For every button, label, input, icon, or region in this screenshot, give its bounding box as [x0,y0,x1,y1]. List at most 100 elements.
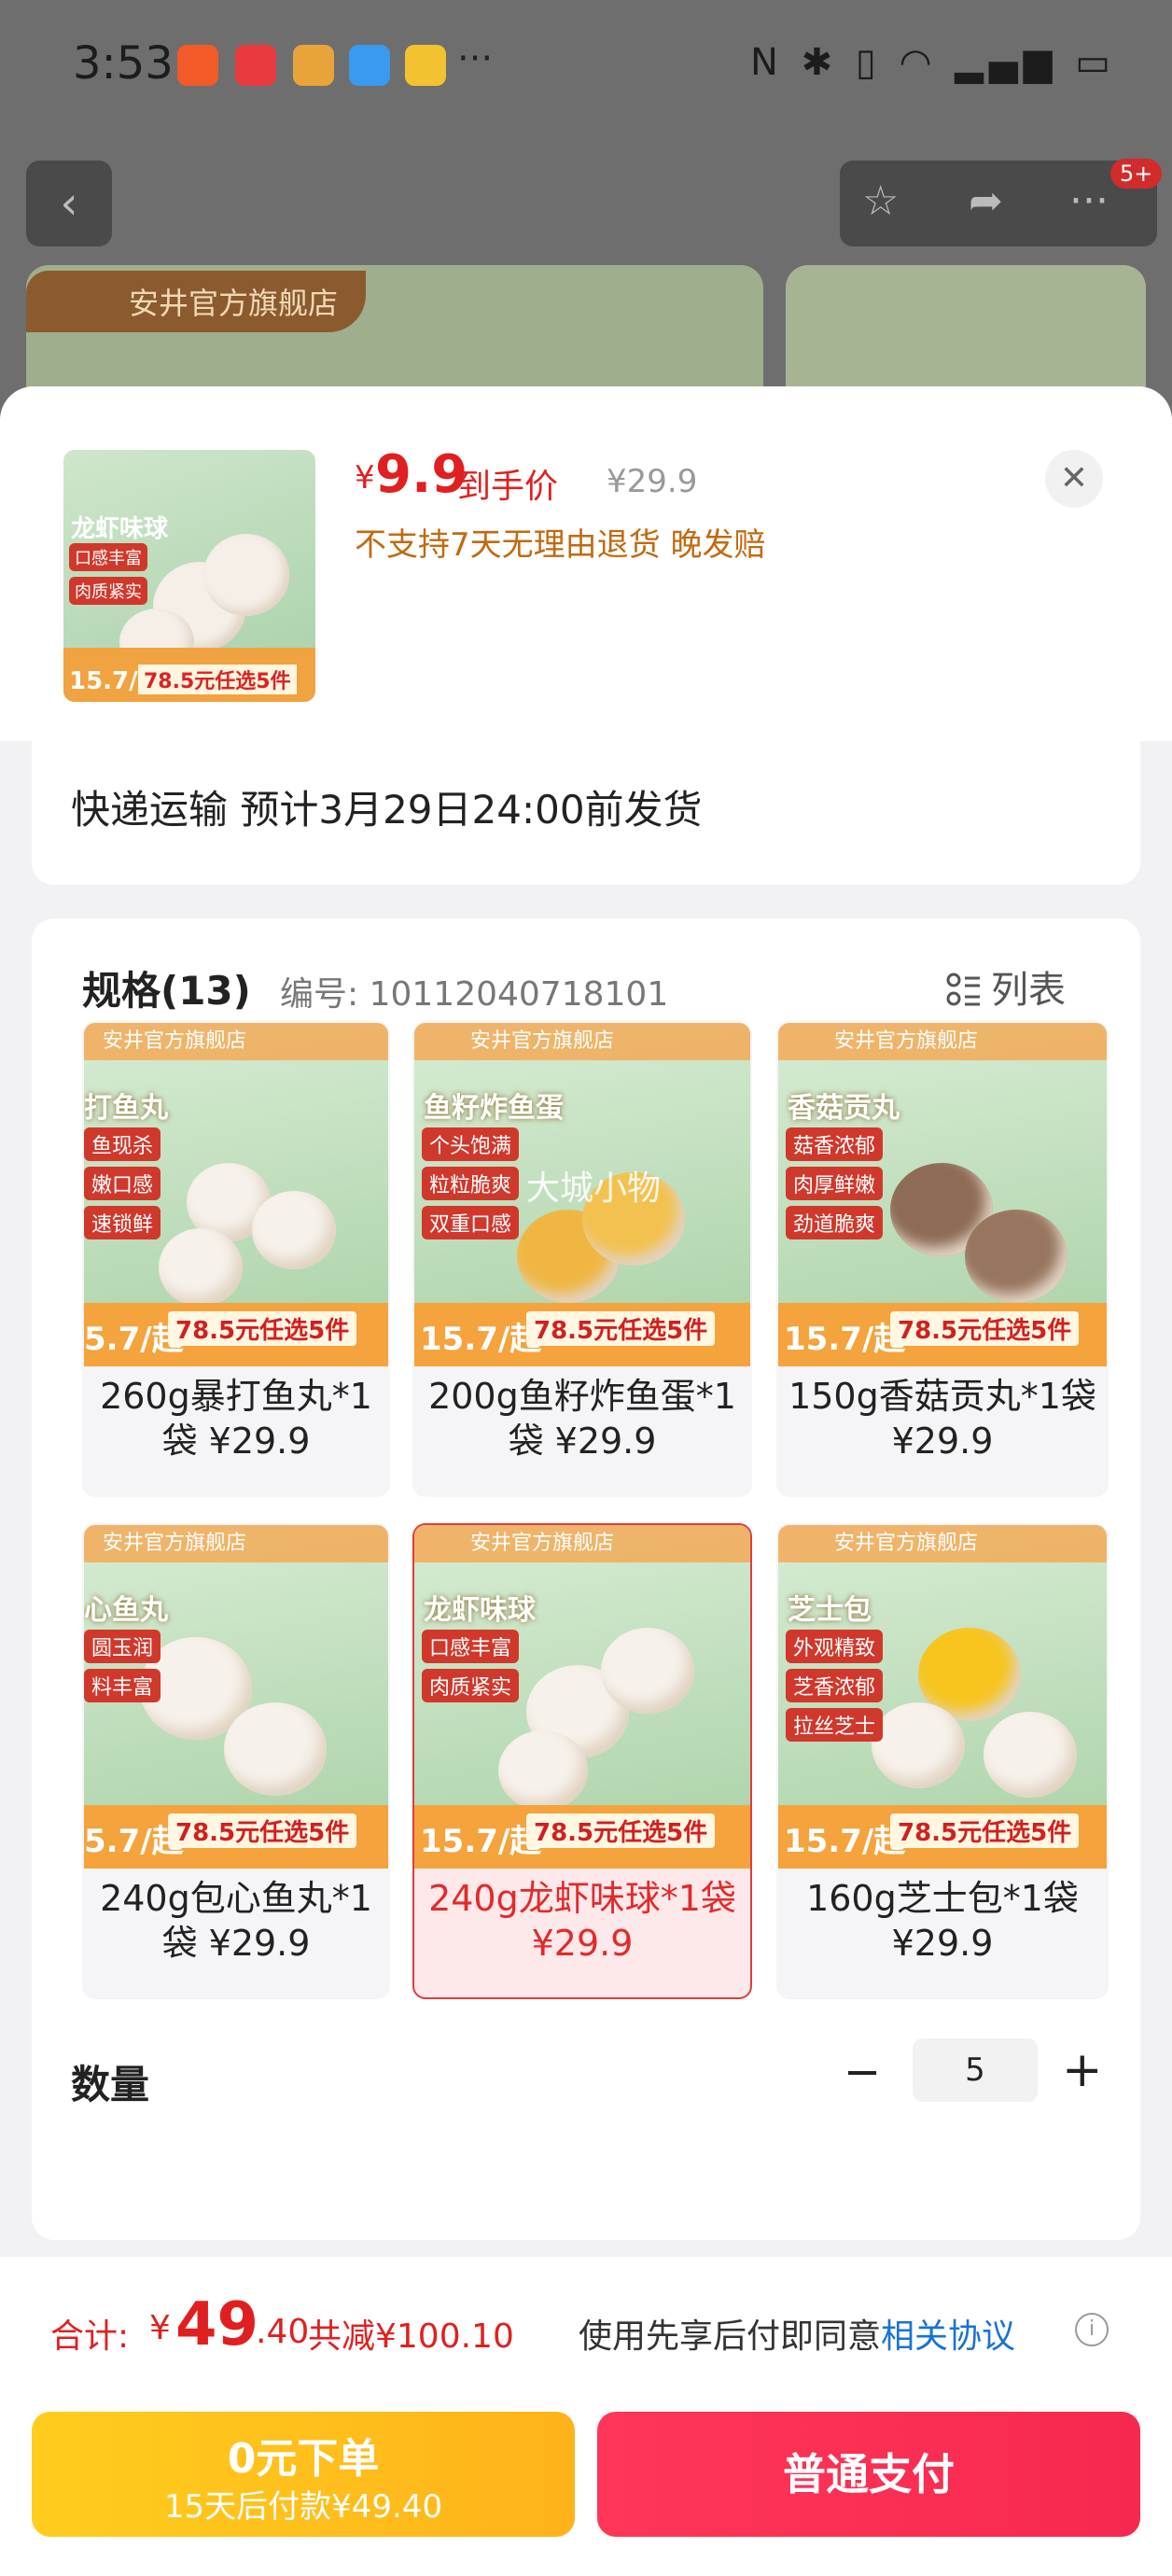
pay-later-button[interactable]: 0元下单 15天后付款¥49.40 [32,2412,575,2537]
brand-banner: 安井官方旗舰店 [84,1023,388,1060]
option-tag: 劲道脆爽 [786,1206,884,1239]
spec-option[interactable]: 安井官方旗舰店 香菇贡丸 菇香浓郁 肉厚鲜嫩 劲道脆爽 15.7/起 78.5元… [776,1021,1109,1497]
quantity-label: 数量 [71,2062,150,2107]
info-icon[interactable]: i [1075,2313,1109,2346]
quantity-increment-button[interactable]: + [1062,2042,1103,2098]
option-tag: 双重口感 [422,1206,520,1239]
option-tag: 肉质紧实 [422,1669,520,1702]
thumb-tag: 肉质紧实 [69,577,147,605]
star-icon[interactable]: ☆ [862,177,899,225]
spec-option[interactable]: 安井官方旗舰店 心鱼丸 圆玉润 料丰富 5.7/起 78.5元任选5件 240g… [82,1523,390,1999]
total-amount: 49 [175,2290,259,2359]
spec-option[interactable]: 安井官方旗舰店 芝士包 外观精致 芝香浓郁 拉丝芝士 15.7/起 78.5元任… [776,1523,1109,1999]
brand-banner: 安井官方旗舰店 [414,1023,750,1060]
product-image-ball [203,534,289,616]
price-badge: 15.7/起 [784,1321,906,1358]
spec-option[interactable]: 安井官方旗舰店 打鱼丸 鱼现杀 嫩口感 速锁鲜 5.7/起 78.5元任选5件 … [82,1021,390,1497]
service-note: 不支持7天无理由退货 晚发赔 [355,526,766,564]
share-icon[interactable]: ➦ [969,177,1003,225]
option-tag: 个头饱满 [422,1127,520,1161]
spec-option[interactable]: 安井官方旗舰店 鱼籽炸鱼蛋 个头饱满 粒粒脆爽 双重口感 大城小物 15.7/起… [412,1021,752,1497]
back-button[interactable]: ‹ [26,161,112,246]
close-button[interactable]: ✕ [1045,450,1103,508]
shipping-text: 快递运输 预计3月29日24:00前发货 [71,787,703,833]
original-price: ¥29.9 [607,463,698,500]
option-image-name: 鱼籽炸鱼蛋 [424,1092,564,1125]
option-caption: 160g芝士包*1袋 ¥29.9 [806,1878,1079,1964]
offer-label: 78.5元任选5件 [890,1813,1080,1848]
option-image: 安井官方旗舰店 龙虾味球 口感丰富 肉质紧实 15.7/起 78.5元任选5件 [414,1525,750,1869]
quantity-decrement-button[interactable]: − [844,2046,881,2098]
quantity-input[interactable]: 5 [913,2038,1038,2102]
option-caption: 240g包心鱼丸*1袋 ¥29.9 [100,1878,372,1964]
product-thumbnail[interactable]: 龙虾味球 口感丰富 肉质紧实 15.7/起 78.5元任选5件 [63,450,315,702]
system-status-icons: N ✱ ▯ ◠ ▂▄▆ ▭ [750,41,1116,84]
spec-code: 编号: 10112040718101 [280,975,669,1014]
option-tag: 拉丝芝士 [786,1708,884,1742]
list-view-toggle[interactable]: 列表 [946,959,1066,1014]
option-tag: 肉厚鲜嫩 [786,1167,884,1200]
app-notification-icon [235,45,276,86]
spec-title: 规格(13) [82,968,251,1014]
offer-label: 78.5元任选5件 [890,1311,1080,1346]
thumb-offer: 78.5元任选5件 [138,665,297,694]
close-icon: ✕ [1059,459,1089,497]
price-symbol: ¥ [355,459,375,497]
option-tag: 速锁鲜 [84,1206,161,1239]
product-image-ball [159,1228,243,1307]
sku-sheet: 龙虾味球 口感丰富 肉质紧实 15.7/起 78.5元任选5件 ¥ 9.9 到手… [0,386,1172,2576]
option-caption: 260g暴打鱼丸*1袋 ¥29.9 [100,1376,372,1462]
option-caption: 150g香菇贡丸*1袋 ¥29.9 [788,1376,1096,1462]
agreement-prefix: 使用先享后付即同意 [579,2317,882,2356]
option-caption: 240g龙虾味球*1袋 ¥29.9 [428,1878,736,1964]
option-tag: 芝香浓郁 [786,1669,884,1702]
status-time: 3:53 [73,37,174,90]
app-notification-icon [293,45,334,86]
option-image-name: 香菇贡丸 [788,1092,900,1125]
offer-label: 78.5元任选5件 [526,1813,716,1848]
total-currency: ¥ [149,2309,171,2347]
product-image-ball [984,1712,1077,1798]
option-image: 安井官方旗舰店 鱼籽炸鱼蛋 个头饱满 粒粒脆爽 双重口感 大城小物 15.7/起… [414,1023,750,1366]
spec-option-selected[interactable]: 安井官方旗舰店 龙虾味球 口感丰富 肉质紧实 15.7/起 78.5元任选5件 … [412,1523,752,1999]
price-value: 9.9 [375,444,468,505]
price-badge: 15.7/起 [420,1823,542,1860]
mail-icon [405,45,446,86]
option-image: 安井官方旗舰店 打鱼丸 鱼现杀 嫩口感 速锁鲜 5.7/起 78.5元任选5件 [84,1023,388,1366]
product-image-ball [601,1628,694,1714]
offer-label: 78.5元任选5件 [168,1813,357,1848]
offer-label: 78.5元任选5件 [526,1311,716,1346]
price-badge: 15.7/起 [784,1823,906,1860]
option-tag: 圆玉润 [84,1630,161,1663]
product-image-ball [872,1702,965,1788]
option-tag: 菇香浓郁 [786,1127,884,1161]
battery-icon: ▭ [1075,41,1116,84]
product-image-ball [252,1191,336,1269]
nfc-icon: N [749,41,784,84]
total-decimal: .40 [256,2313,310,2351]
option-tag: 鱼现杀 [84,1127,161,1161]
normal-pay-button[interactable]: 普通支付 [597,2412,1140,2537]
app-notification-icon [177,45,218,86]
more-icon[interactable]: ··· [1069,177,1109,225]
brand-banner: 安井官方旗舰店 [84,1525,388,1562]
option-image-name: 龙虾味球 [424,1594,536,1627]
option-image-name: 打鱼丸 [84,1092,168,1125]
option-image: 安井官方旗舰店 芝士包 外观精致 芝香浓郁 拉丝芝士 15.7/起 78.5元任… [778,1525,1107,1869]
option-image: 安井官方旗舰店 香菇贡丸 菇香浓郁 肉厚鲜嫩 劲道脆爽 15.7/起 78.5元… [778,1023,1107,1366]
list-icon [946,973,982,1008]
spec-card: 规格(13) 编号: 10112040718101 列表 安井官方旗舰店 打鱼丸… [32,918,1140,2240]
option-tag: 粒粒脆爽 [422,1167,520,1200]
thumb-tag: 口感丰富 [69,543,147,571]
offer-label: 78.5元任选5件 [168,1311,357,1346]
notification-badge: 5+ [1110,159,1163,189]
brand-banner: 安井官方旗舰店 [414,1525,750,1562]
option-tag: 外观精致 [786,1630,884,1663]
agreement-text: 使用先享后付即同意相关协议 [579,2309,1015,2358]
total-saving: 共减¥100.10 [308,2317,514,2356]
thumb-product-name: 龙虾味球 [71,515,169,543]
wifi-icon: ◠ [899,41,938,84]
price-label: 到手价 [457,468,559,506]
agreement-link[interactable]: 相关协议 [881,2317,1015,2356]
sheet-header: 龙虾味球 口感丰富 肉质紧实 15.7/起 78.5元任选5件 ¥ 9.9 到手… [0,386,1172,741]
